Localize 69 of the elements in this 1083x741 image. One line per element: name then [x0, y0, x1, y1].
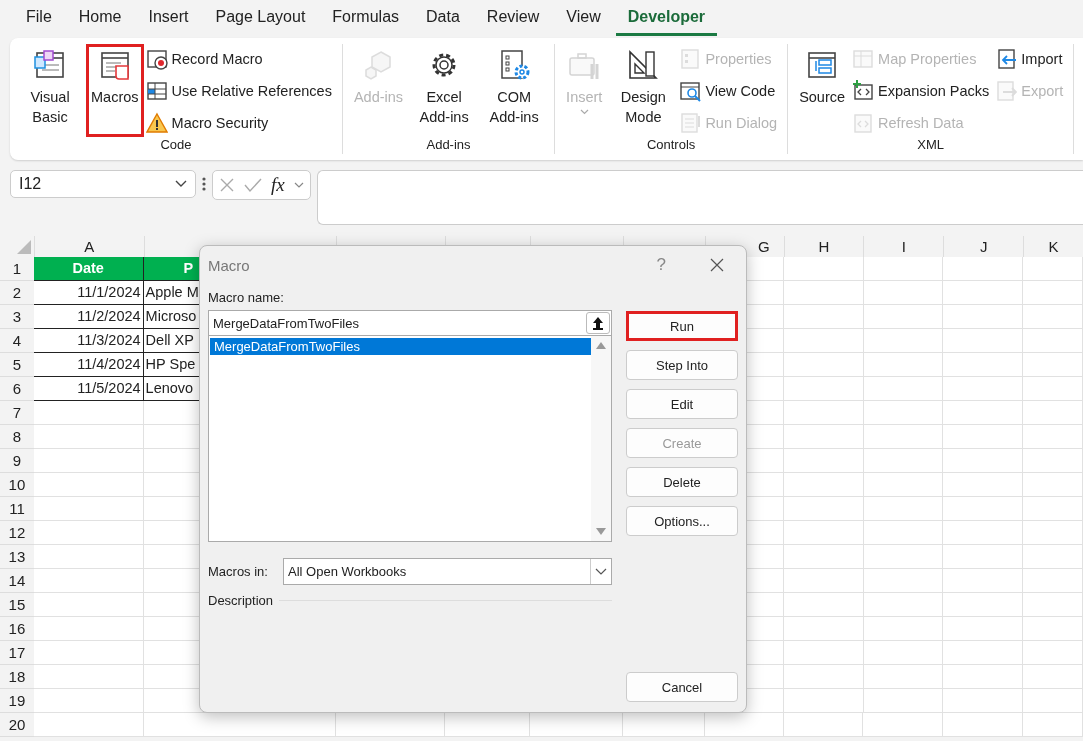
row-header[interactable]: 10	[0, 473, 34, 497]
row-header[interactable]: 18	[0, 665, 34, 689]
menu-tab[interactable]: Data	[414, 2, 472, 36]
row-header[interactable]: 9	[0, 449, 34, 473]
menu-tab[interactable]: File	[14, 2, 64, 36]
row-header[interactable]: 14	[0, 569, 34, 593]
row-header[interactable]: 15	[0, 593, 34, 617]
dialog-button[interactable]: Step Into	[626, 350, 738, 380]
menu-tab[interactable]: Review	[474, 2, 552, 36]
ribbon-button[interactable]: Macros	[86, 44, 144, 137]
row-header[interactable]: 4	[0, 329, 34, 353]
menu-tab[interactable]: Home	[66, 2, 134, 36]
ribbon-button[interactable]: COM Add-ins	[480, 44, 549, 137]
table-cell[interactable]: 11/1/2024	[33, 281, 144, 305]
row-header[interactable]: 20	[0, 713, 34, 737]
table-cell[interactable]: 11/2/2024	[33, 305, 144, 329]
list-item[interactable]: MergeDataFromTwoFiles	[210, 338, 591, 355]
macro-name-field[interactable]: MergeDataFromTwoFiles	[208, 310, 612, 336]
row-header[interactable]: 16	[0, 617, 34, 641]
field-label: Macro name:	[208, 290, 285, 305]
column-header[interactable]: J	[943, 236, 1024, 257]
menu-tab[interactable]: View	[554, 2, 613, 36]
ribbon-button[interactable]: Macro Security	[145, 110, 336, 136]
row-header[interactable]: 7	[0, 401, 34, 425]
dialog-button[interactable]: Delete	[626, 467, 738, 497]
group-label: XML	[916, 137, 946, 154]
dialog-button[interactable]: Edit	[626, 389, 738, 419]
ribbon-button[interactable]: Excel Add-ins	[410, 44, 479, 137]
table-cell[interactable]: 11/3/2024	[33, 329, 144, 353]
ribbon-button[interactable]: Design Mode	[609, 44, 678, 137]
row-header[interactable]: 12	[0, 521, 34, 545]
row-header[interactable]: 13	[0, 545, 34, 569]
group-label: Controls	[645, 137, 697, 154]
row-header[interactable]: 8	[0, 425, 34, 449]
menu-tab[interactable]: Insert	[136, 2, 201, 36]
ribbon-button[interactable]: Record Macro	[145, 46, 336, 72]
function-button[interactable]: fx	[271, 174, 285, 196]
menu-tab[interactable]: Formulas	[320, 2, 412, 36]
section-label: Description	[208, 593, 274, 608]
row-header[interactable]: 11	[0, 497, 34, 521]
dialog-button[interactable]: Options...	[626, 506, 738, 536]
ribbon-button[interactable]: Visual Basic	[16, 44, 84, 137]
table-cell[interactable]: 11/5/2024	[33, 377, 144, 401]
field-label: Macros in:	[208, 564, 269, 579]
ribbon-button[interactable]: Use Relative References	[145, 78, 336, 104]
macros-in-dropdown[interactable]: All Open Workbooks	[283, 558, 612, 585]
dialog-title: Macro	[208, 256, 251, 274]
row-header[interactable]: 2	[0, 281, 34, 305]
column-header[interactable]: K	[1023, 236, 1083, 257]
dialog-button[interactable]: Run	[626, 311, 738, 341]
macro-list[interactable]: MergeDataFromTwoFiles	[208, 336, 612, 542]
ribbon-button[interactable]: View Code	[679, 78, 782, 104]
column-header[interactable]: I	[863, 236, 944, 257]
group-label: Add-ins	[425, 137, 472, 154]
menu-tab[interactable]: Page Layout	[203, 2, 318, 36]
row-header[interactable]: 17	[0, 641, 34, 665]
ribbon-button[interactable]: Expansion Packs	[852, 78, 994, 104]
table-cell[interactable]: 11/4/2024	[33, 353, 144, 377]
row-header[interactable]: 1	[0, 257, 34, 281]
row-header[interactable]: 19	[0, 689, 34, 713]
row-header[interactable]: 3	[0, 305, 34, 329]
column-header[interactable]: H	[783, 236, 864, 257]
ribbon-button[interactable]: Source	[794, 44, 851, 137]
name-box[interactable]: I12	[10, 170, 196, 198]
cancel-button[interactable]: Cancel	[626, 672, 738, 702]
group-label: Code	[159, 137, 193, 154]
row-header[interactable]: 6	[0, 377, 34, 401]
row-header[interactable]: 5	[0, 353, 34, 377]
ribbon-button[interactable]: Import	[995, 46, 1068, 72]
